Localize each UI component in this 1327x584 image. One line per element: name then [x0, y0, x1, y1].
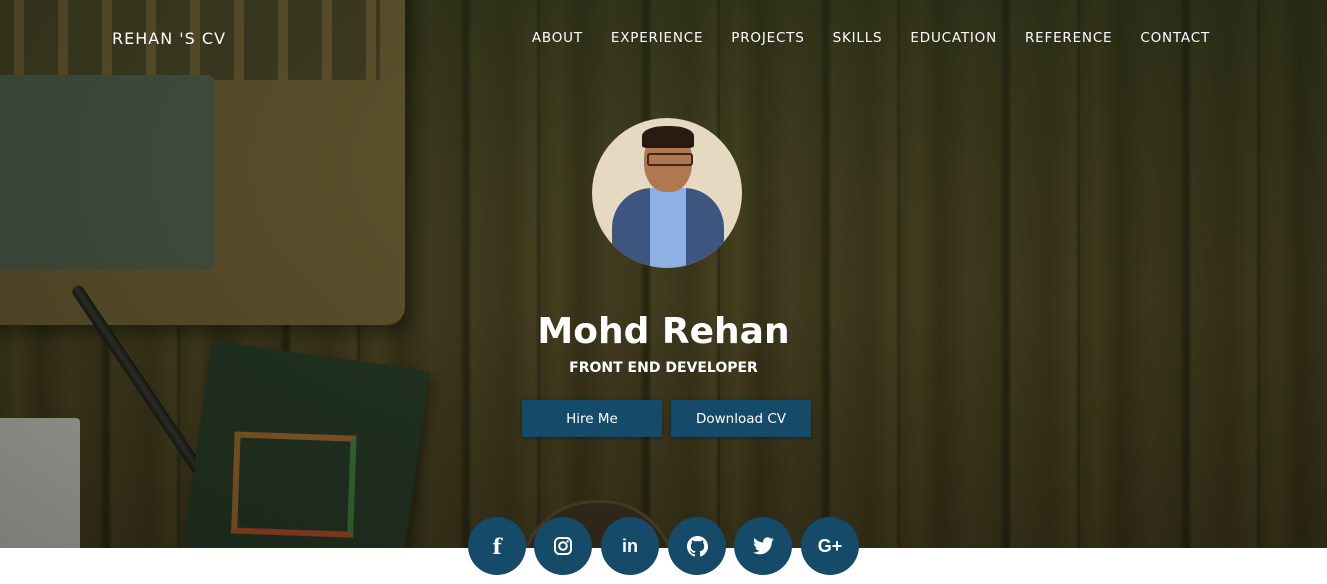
twitter-button[interactable] [734, 517, 792, 575]
instagram-icon [554, 537, 572, 555]
main-nav: ABOUT EXPERIENCE PROJECTS SKILLS EDUCATI… [504, 30, 1210, 46]
hero-section [0, 0, 1327, 548]
twitter-icon [752, 537, 774, 555]
facebook-icon: f [492, 533, 502, 559]
facebook-button[interactable]: f [468, 517, 526, 575]
nav-item-about[interactable]: ABOUT [532, 30, 583, 46]
github-icon [686, 535, 708, 556]
hire-me-button[interactable]: Hire Me [522, 400, 662, 437]
nav-item-experience[interactable]: EXPERIENCE [611, 30, 703, 46]
nav-item-skills[interactable]: SKILLS [833, 30, 883, 46]
brand-logo[interactable]: REHAN 'S CV [112, 29, 226, 48]
profile-name: Mohd Rehan [537, 311, 790, 352]
nav-item-education[interactable]: EDUCATION [910, 30, 997, 46]
linkedin-button[interactable]: in [601, 517, 659, 575]
download-cv-button[interactable]: Download CV [671, 400, 811, 437]
instagram-button[interactable] [534, 517, 592, 575]
github-button[interactable] [668, 517, 726, 575]
profile-avatar [592, 118, 742, 268]
google-plus-icon: G+ [817, 535, 843, 556]
nav-item-reference[interactable]: REFERENCE [1025, 30, 1112, 46]
nav-item-projects[interactable]: PROJECTS [731, 30, 804, 46]
google-plus-button[interactable]: G+ [801, 517, 859, 575]
profile-role: FRONT END DEVELOPER [569, 360, 758, 376]
linkedin-icon: in [622, 535, 638, 556]
nav-item-contact[interactable]: CONTACT [1140, 30, 1210, 46]
